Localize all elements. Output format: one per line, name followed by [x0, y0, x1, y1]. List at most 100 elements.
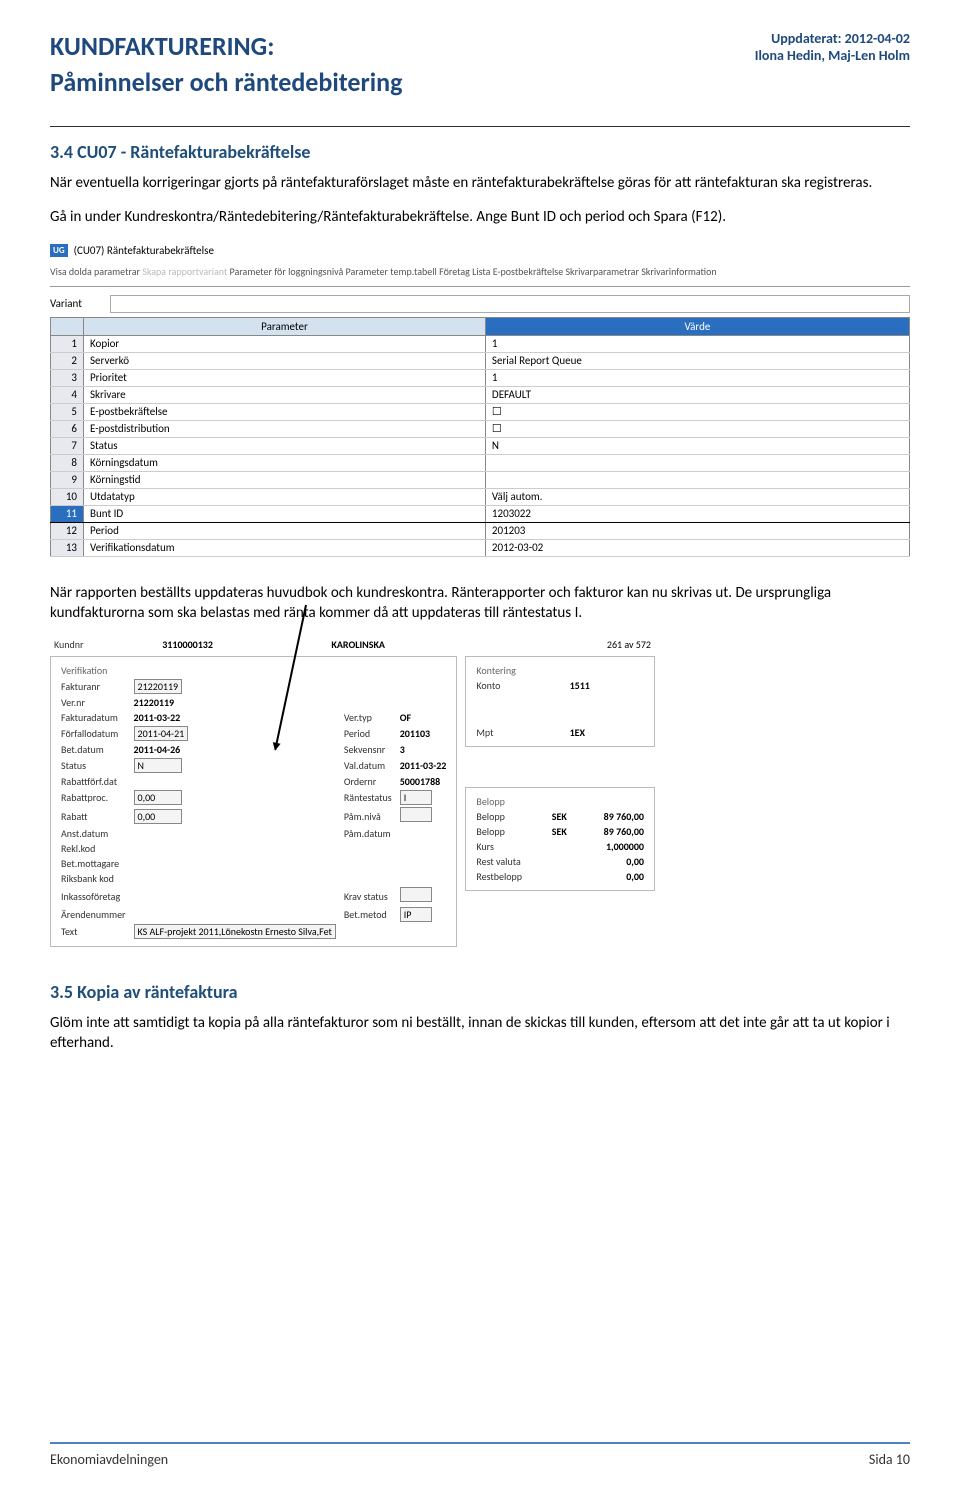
- row-value[interactable]: Serial Report Queue: [485, 352, 909, 369]
- field-input[interactable]: IP: [396, 906, 451, 923]
- row-value[interactable]: [485, 454, 909, 471]
- variant-label: Variant: [50, 297, 100, 310]
- table-row[interactable]: 2ServerköSerial Report Queue: [51, 352, 910, 369]
- menu-item[interactable]: E-postbekräftelse: [493, 265, 566, 278]
- field-label: [340, 871, 396, 886]
- field-label: Sekvensnr: [340, 742, 396, 757]
- field-input[interactable]: 2011-04-21: [130, 725, 340, 742]
- kont-value: 1511: [566, 678, 648, 693]
- screenshot-cu07: UG (CU07) Räntefakturabekräftelse Visa d…: [50, 242, 910, 557]
- row-value[interactable]: 1203022: [485, 505, 909, 522]
- row-param: Status: [84, 437, 486, 454]
- field-value: 21220119: [130, 695, 340, 710]
- field-input[interactable]: [396, 806, 451, 826]
- field-value: 2011-03-22: [130, 710, 340, 725]
- row-value[interactable]: DEFAULT: [485, 386, 909, 403]
- menu-item[interactable]: Företag: [439, 265, 472, 278]
- table-row[interactable]: 7StatusN: [51, 437, 910, 454]
- belopp-label: Kurs: [472, 839, 547, 854]
- variant-field[interactable]: [110, 295, 910, 313]
- row-num: 2: [51, 352, 84, 369]
- field-label: [340, 841, 396, 856]
- table-row[interactable]: 13Verifikationsdatum2012-03-02: [51, 539, 910, 556]
- field-label: Räntestatus: [340, 789, 396, 806]
- row-value[interactable]: 1: [485, 335, 909, 352]
- field-label: Period: [340, 725, 396, 742]
- screenshot-faktura: Kundnr 3110000132 KAROLINSKA 261 av 572 …: [50, 637, 655, 951]
- updated-block: Uppdaterat: 2012-04-02 Ilona Hedin, Maj-…: [755, 30, 910, 102]
- table-row[interactable]: 12Period201203: [51, 522, 910, 539]
- field-row: Förfallodatum2011-04-21Period201103: [57, 725, 450, 742]
- menu-item[interactable]: Visa dolda parametrar: [50, 265, 142, 278]
- row-value[interactable]: 201203: [485, 522, 909, 539]
- field-value: [396, 841, 451, 856]
- table-row[interactable]: 5E-postbekräftelse☐: [51, 403, 910, 420]
- row-value[interactable]: 2012-03-02: [485, 539, 909, 556]
- field-input[interactable]: 0,00: [130, 789, 340, 806]
- kundnamn: KAROLINSKA: [327, 637, 504, 652]
- section-3-4-para2: Gå in under Kundreskontra/Räntedebiterin…: [50, 207, 910, 227]
- menu-item[interactable]: Skrivarinformation: [641, 265, 716, 278]
- table-row[interactable]: 10UtdatatypVälj autom.: [51, 488, 910, 505]
- row-num: 12: [51, 522, 84, 539]
- menu-item[interactable]: Skrivarparametrar: [565, 265, 641, 278]
- field-label: Inkassoföretag: [57, 886, 130, 906]
- row-value[interactable]: ☐: [485, 420, 909, 437]
- field-input[interactable]: [396, 886, 451, 906]
- kont-value: 1EX: [566, 725, 648, 740]
- row-value[interactable]: Välj autom.: [485, 488, 909, 505]
- window-menu[interactable]: Visa dolda parametrar Skapa rapportvaria…: [50, 259, 910, 287]
- row-value[interactable]: N: [485, 437, 909, 454]
- field-value: 3: [396, 742, 451, 757]
- row-value[interactable]: 1: [485, 369, 909, 386]
- row-param: Verifikationsdatum: [84, 539, 486, 556]
- field-value: [396, 856, 451, 871]
- field-input[interactable]: KS ALF-projekt 2011,Lönekostn Ernesto Si…: [130, 923, 340, 940]
- field-label: Status: [57, 757, 130, 774]
- field-row: Rabattförf.datOrdernr50001788: [57, 774, 450, 789]
- field-input[interactable]: 0,00: [130, 806, 340, 826]
- belopp-row: Rest valuta0,00: [472, 854, 648, 869]
- col-parameter: Parameter: [84, 317, 486, 335]
- field-label: Bet.mottagare: [57, 856, 130, 871]
- field-value: [396, 923, 451, 940]
- row-value[interactable]: ☐: [485, 403, 909, 420]
- field-row: ÄrendenummerBet.metodIP: [57, 906, 450, 923]
- table-row[interactable]: 3Prioritet1: [51, 369, 910, 386]
- kontering-fieldset: Kontering Konto1511Mpt1EX: [465, 656, 655, 747]
- row-num: 1: [51, 335, 84, 352]
- menu-item[interactable]: Parameter för loggningsnivå: [230, 265, 346, 278]
- field-input[interactable]: 21220119: [130, 678, 340, 695]
- belopp-row: Restbelopp0,00: [472, 869, 648, 884]
- table-row[interactable]: 8Körningsdatum: [51, 454, 910, 471]
- row-param: Period: [84, 522, 486, 539]
- field-value: 2011-04-26: [130, 742, 340, 757]
- row-num: 5: [51, 403, 84, 420]
- parameter-table: Parameter Värde 1Kopior12ServerköSerial …: [50, 317, 910, 557]
- table-row[interactable]: 4SkrivareDEFAULT: [51, 386, 910, 403]
- field-input[interactable]: I: [396, 789, 451, 806]
- table-row[interactable]: 6E-postdistribution☐: [51, 420, 910, 437]
- field-label: Krav status: [340, 886, 396, 906]
- title-block: KUNDFAKTURERING: Påminnelser och räntede…: [50, 30, 402, 102]
- section-3-4-para1: När eventuella korrigeringar gjorts på r…: [50, 173, 910, 193]
- table-row[interactable]: 1Kopior1: [51, 335, 910, 352]
- field-value: [130, 841, 340, 856]
- field-label: Ver.typ: [340, 710, 396, 725]
- menu-item[interactable]: Skapa rapportvariant: [142, 265, 229, 278]
- menu-item[interactable]: Parameter temp.tabell: [346, 265, 440, 278]
- table-row[interactable]: 9Körningstid: [51, 471, 910, 488]
- belopp-value: 0,00: [580, 854, 648, 869]
- row-num: 8: [51, 454, 84, 471]
- menu-item[interactable]: Lista: [472, 265, 493, 278]
- field-label: Bet.datum: [57, 742, 130, 757]
- row-value[interactable]: [485, 471, 909, 488]
- table-row[interactable]: 11Bunt ID1203022: [51, 505, 910, 522]
- row-param: Serverkö: [84, 352, 486, 369]
- field-input[interactable]: N: [130, 757, 340, 774]
- belopp-table: BeloppSEK89 760,00BeloppSEK89 760,00Kurs…: [472, 809, 648, 884]
- kont-row: Mpt1EX: [472, 725, 648, 740]
- field-row: Fakturanr21220119: [57, 678, 450, 695]
- field-value: [396, 678, 451, 695]
- section-3-5-para: Glöm inte att samtidigt ta kopia på alla…: [50, 1013, 910, 1054]
